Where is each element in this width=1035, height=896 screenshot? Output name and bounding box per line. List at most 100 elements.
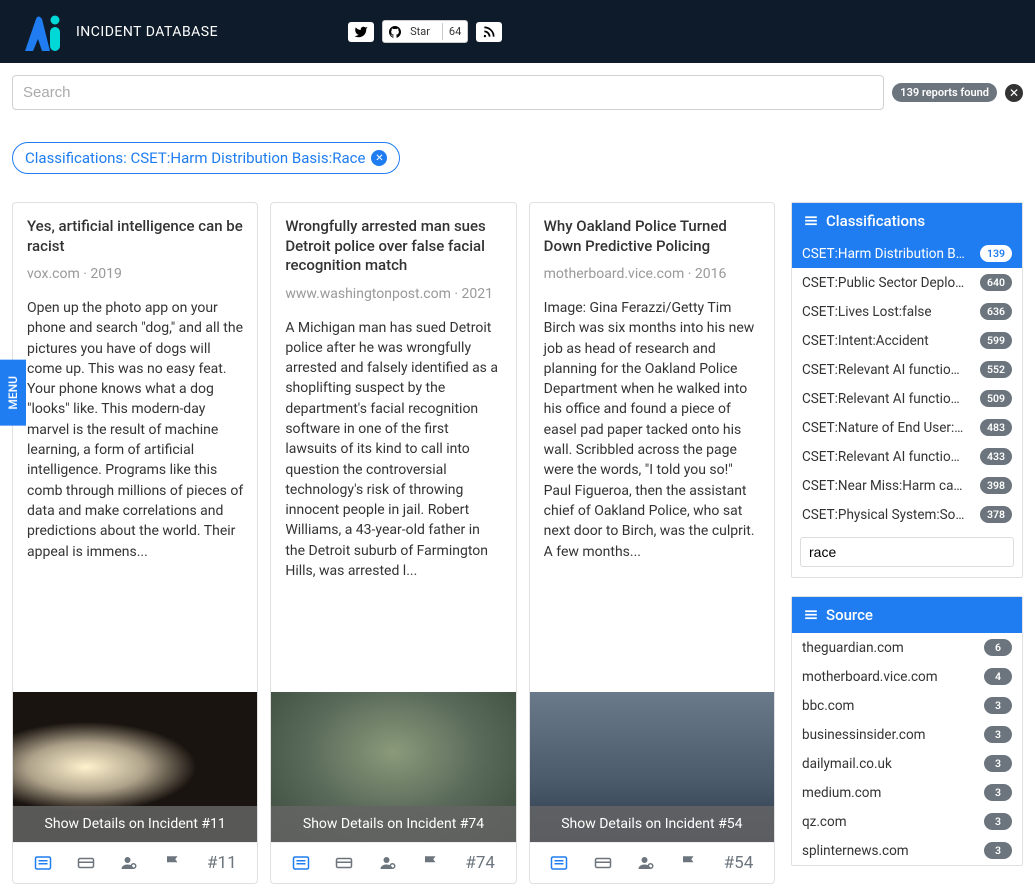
classification-row[interactable]: CSET:Public Sector Deployment:No640 — [792, 268, 1022, 297]
list-icon — [804, 214, 818, 228]
results-cards: Yes, artificial intelligence can be raci… — [12, 202, 775, 884]
row-label: CSET:Public Sector Deployment:No — [802, 275, 967, 291]
row-label: CSET:Relevant AI functions:Perception — [802, 391, 967, 407]
row-label: medium.com — [802, 785, 881, 801]
row-count: 3 — [984, 842, 1012, 859]
row-label: CSET:Relevant AI functions:Cognition — [802, 362, 967, 378]
card-excerpt: Image: Gina Ferazzi/Getty Tim Birch was … — [544, 298, 760, 562]
panel-title: Source — [826, 606, 873, 624]
classification-row[interactable]: CSET:Intent:Accident599 — [792, 326, 1022, 355]
rss-icon[interactable] — [476, 22, 502, 42]
row-count: 6 — [984, 639, 1012, 656]
source-row[interactable]: bbc.com3 — [792, 691, 1022, 720]
github-star-badge[interactable]: Star 64 — [382, 20, 468, 43]
flag-icon[interactable] — [164, 854, 182, 872]
classification-row[interactable]: CSET:Nature of End User:Amateur 483 — [792, 413, 1022, 442]
row-label: CSET:Nature of End User:Amateur — [802, 420, 967, 436]
detail-icon[interactable] — [550, 854, 568, 872]
classification-row[interactable]: CSET:Near Miss:Harm caused398 — [792, 471, 1022, 500]
flag-icon[interactable] — [422, 854, 440, 872]
incident-card: Yes, artificial intelligence can be raci… — [12, 202, 258, 884]
active-filters: Classifications: CSET:Harm Distribution … — [12, 142, 1023, 174]
detail-icon[interactable] — [292, 854, 310, 872]
card-footer: #54 — [530, 842, 774, 883]
source-row[interactable]: theguardian.com6 — [792, 633, 1022, 662]
classification-row[interactable]: CSET:Relevant AI functions:Cognition 552 — [792, 355, 1022, 384]
classification-row[interactable]: CSET:Lives Lost:false636 — [792, 297, 1022, 326]
person-icon[interactable] — [379, 854, 397, 872]
row-label: businessinsider.com — [802, 727, 926, 743]
classifications-search-input[interactable] — [800, 537, 1014, 567]
filter-chip-classification[interactable]: Classifications: CSET:Harm Distribution … — [12, 142, 400, 174]
row-count: 3 — [984, 784, 1012, 801]
card-title[interactable]: Yes, artificial intelligence can be raci… — [27, 217, 243, 256]
row-label: CSET:Lives Lost:false — [802, 304, 931, 320]
row-label: splinternews.com — [802, 843, 909, 859]
row-count: 378 — [980, 506, 1012, 523]
card-meta: motherboard.vice.com · 2016 — [544, 266, 760, 282]
row-count: 3 — [984, 697, 1012, 714]
twitter-icon[interactable] — [348, 22, 374, 42]
row-label: qz.com — [802, 814, 847, 830]
panel-header-source: Source — [792, 597, 1022, 633]
row-count: 3 — [984, 755, 1012, 772]
detail-icon[interactable] — [34, 854, 52, 872]
row-count: 433 — [980, 448, 1012, 465]
show-details-button[interactable]: Show Details on Incident #74 — [271, 806, 515, 842]
card-footer: #74 — [271, 842, 515, 883]
source-row[interactable]: medium.com 3 — [792, 778, 1022, 807]
source-panel: Source theguardian.com6motherboard.vice.… — [791, 596, 1023, 866]
row-label: motherboard.vice.com — [802, 669, 938, 685]
github-star-label: Star — [404, 23, 436, 40]
panel-header-classifications: Classifications — [792, 203, 1022, 239]
show-details-button[interactable]: Show Details on Incident #54 — [530, 806, 774, 842]
source-row[interactable]: businessinsider.com3 — [792, 720, 1022, 749]
flag-icon[interactable] — [680, 854, 698, 872]
row-count: 3 — [984, 813, 1012, 830]
source-row[interactable]: splinternews.com 3 — [792, 836, 1022, 865]
card-title[interactable]: Why Oakland Police Turned Down Predictiv… — [544, 217, 760, 256]
row-count: 4 — [984, 668, 1012, 685]
classification-row[interactable]: CSET:Relevant AI functions:Perception 509 — [792, 384, 1022, 413]
card-meta: www.washingtonpost.com · 2021 — [285, 286, 501, 302]
logo-icon — [20, 11, 62, 53]
row-count: 509 — [980, 390, 1012, 407]
show-details-button[interactable]: Show Details on Incident #11 — [13, 806, 257, 842]
search-input[interactable] — [12, 75, 884, 110]
person-icon[interactable] — [637, 854, 655, 872]
card-excerpt: Open up the photo app on your phone and … — [27, 298, 243, 562]
row-label: dailymail.co.uk — [802, 756, 892, 772]
classification-row[interactable]: CSET:Harm Distribution Basis:Race139 — [792, 239, 1022, 268]
card-image: Show Details on Incident #74 — [271, 692, 515, 842]
search-bar: 139 reports found ✕ — [12, 75, 1023, 110]
card-view-icon[interactable] — [594, 854, 612, 872]
classification-row[interactable]: CSET:Physical System:Software only378 — [792, 500, 1022, 529]
remove-filter-icon[interactable]: ✕ — [371, 150, 387, 166]
card-meta: vox.com · 2019 — [27, 266, 243, 282]
incident-card: Why Oakland Police Turned Down Predictiv… — [529, 202, 775, 884]
card-view-icon[interactable] — [335, 854, 353, 872]
reports-count-badge: 139 reports found — [892, 83, 997, 102]
source-row[interactable]: qz.com 3 — [792, 807, 1022, 836]
header-badges: Star 64 — [348, 20, 502, 43]
card-image: Show Details on Incident #54 — [530, 692, 774, 842]
row-label: CSET:Harm Distribution Basis:Race — [802, 246, 967, 262]
source-row[interactable]: motherboard.vice.com 4 — [792, 662, 1022, 691]
card-title[interactable]: Wrongfully arrested man sues Detroit pol… — [285, 217, 501, 276]
filters-sidebar: Classifications CSET:Harm Distribution B… — [791, 202, 1023, 884]
source-row[interactable]: dailymail.co.uk 3 — [792, 749, 1022, 778]
list-icon — [804, 608, 818, 622]
classifications-panel: Classifications CSET:Harm Distribution B… — [791, 202, 1023, 578]
card-excerpt: A Michigan man has sued Detroit police a… — [285, 318, 501, 582]
menu-tab[interactable]: MENU — [0, 360, 26, 426]
brand-logo[interactable]: INCIDENT DATABASE — [20, 11, 218, 53]
panel-title: Classifications — [826, 212, 925, 230]
github-star-count: 64 — [442, 23, 467, 40]
card-view-icon[interactable] — [77, 854, 95, 872]
row-count: 552 — [980, 361, 1012, 378]
row-count: 483 — [980, 419, 1012, 436]
clear-search-icon[interactable]: ✕ — [1005, 84, 1023, 102]
classification-row[interactable]: CSET:Relevant AI functions:Action433 — [792, 442, 1022, 471]
brand-name: INCIDENT DATABASE — [76, 24, 218, 40]
person-icon[interactable] — [120, 854, 138, 872]
